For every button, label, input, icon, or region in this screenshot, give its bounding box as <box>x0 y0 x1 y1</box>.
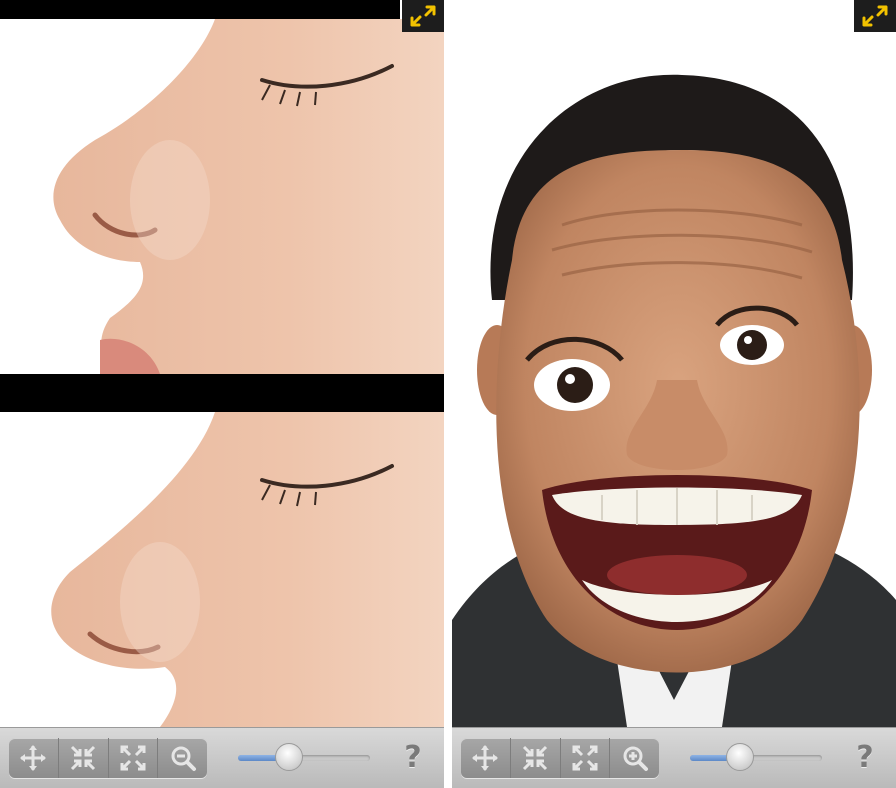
photo-divider <box>0 374 444 412</box>
funny-face-photo <box>452 0 896 727</box>
fullscreen-button[interactable] <box>402 0 444 32</box>
top-bar <box>0 0 400 19</box>
move-button[interactable] <box>9 738 59 778</box>
expand-button[interactable] <box>109 738 159 778</box>
zoom-out-icon <box>171 746 196 771</box>
help-button[interactable]: ? <box>398 740 428 776</box>
expand-arrows-icon <box>410 5 436 27</box>
fullscreen-button[interactable] <box>854 0 896 32</box>
zoom-in-button[interactable] <box>610 738 659 778</box>
zoom-out-button[interactable] <box>158 738 207 778</box>
nose-photo-bottom <box>0 412 444 727</box>
move-icon <box>20 745 47 771</box>
intensity-slider[interactable] <box>690 743 822 771</box>
toolbar: ? <box>452 727 896 788</box>
shrink-icon <box>523 745 548 771</box>
move-icon <box>472 745 499 771</box>
zoom-in-icon <box>623 746 648 771</box>
move-button[interactable] <box>461 738 511 778</box>
expand-button[interactable] <box>561 738 611 778</box>
expand-icon <box>120 745 146 771</box>
shrink-icon <box>71 745 96 771</box>
nose-photo-top <box>0 0 444 374</box>
left-panel: ? <box>0 0 444 788</box>
help-button[interactable]: ? <box>850 740 880 776</box>
slider-thumb[interactable] <box>726 743 755 771</box>
toolbar: ? <box>0 727 444 788</box>
shrink-button[interactable] <box>511 738 561 778</box>
tool-group <box>461 738 659 778</box>
intensity-slider[interactable] <box>238 743 370 771</box>
right-panel: ? <box>452 0 896 788</box>
tool-group <box>9 738 207 778</box>
expand-icon <box>572 745 598 771</box>
panel-gutter <box>444 0 452 788</box>
shrink-button[interactable] <box>59 738 109 778</box>
expand-arrows-icon <box>862 5 888 27</box>
slider-thumb[interactable] <box>275 743 304 771</box>
